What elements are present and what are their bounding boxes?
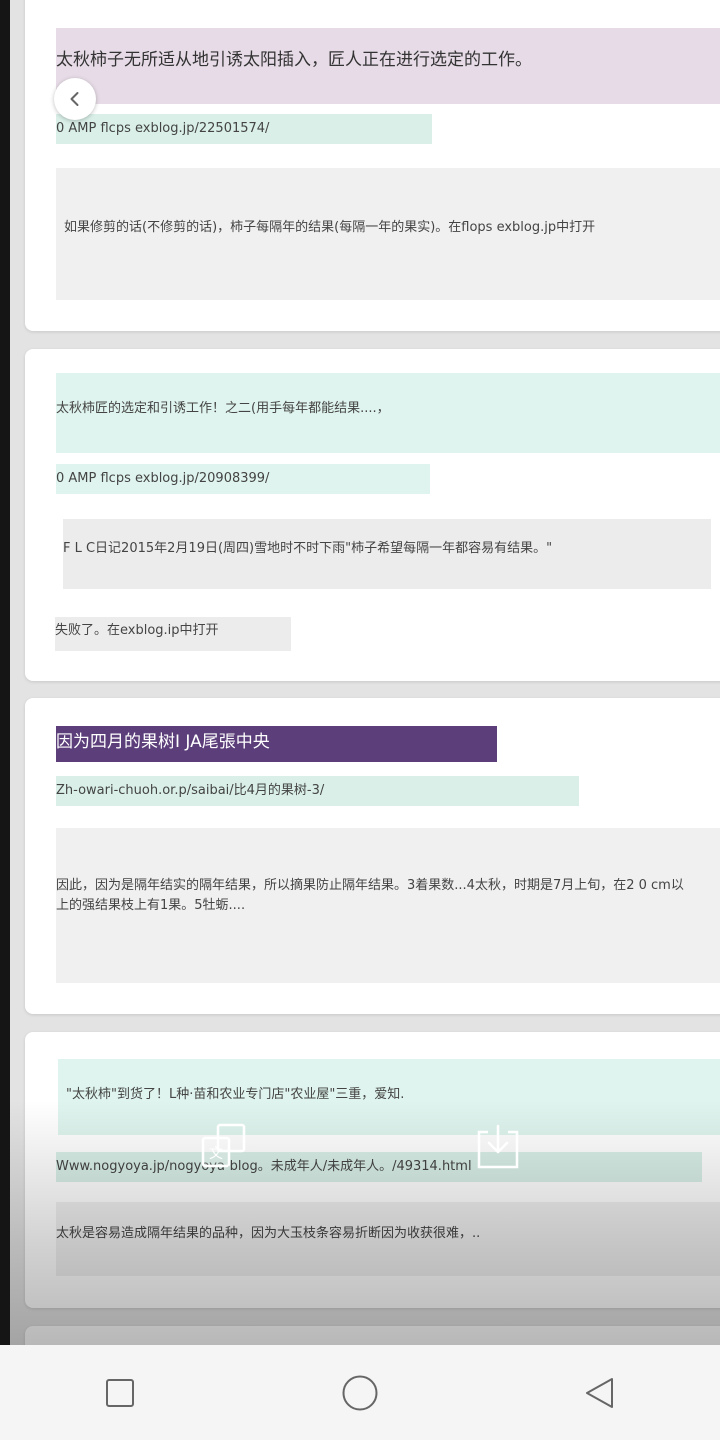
result-card-4[interactable]: "太秋柿"到货了！L种·苗和农业专门店"农业屋"三重，爱知. Www.nogyo…	[25, 1032, 720, 1308]
result-snippet-4: 太秋是容易造成隔年结果的品种，因为大玉枝条容易折断因为收获很难，..	[56, 1202, 720, 1276]
result-snippet-3-line2: 上的强结果枝上有1果。5牡蛎....	[56, 898, 246, 913]
nav-recent-button[interactable]	[90, 1363, 150, 1423]
result-card-2[interactable]: 太秋柿匠的选定和引诱工作！之二(用手每年都能结果....， 0 AMP flcp…	[25, 349, 720, 681]
result-title-3[interactable]: 因为四月的果树I JA尾張中央	[56, 726, 497, 762]
result-card-1[interactable]: 太秋柿子无所适从地引诱太阳插入，匠人正在进行选定的工作。 0 AMP flcps…	[25, 0, 720, 331]
result-title-2[interactable]: 太秋柿匠的选定和引诱工作！之二(用手每年都能结果....，	[56, 373, 720, 453]
svg-text:文: 文	[209, 1146, 223, 1162]
square-icon	[106, 1378, 134, 1407]
back-button[interactable]	[54, 78, 96, 120]
result-card-5[interactable]	[25, 1326, 720, 1345]
result-snippet-1: 如果修剪的话(不修剪的话)，柿子每隔年的结果(每隔一年的果实)。在flops e…	[56, 168, 720, 300]
result-url-2[interactable]: 0 AMP flcps exblog.jp/20908399/	[56, 464, 430, 494]
result-snippet-2: F L C日记2015年2月19日(周四)雪地时不时下雨"柿子希望每隔一年都容易…	[63, 519, 711, 589]
result-url-1[interactable]: 0 AMP flcps exblog.jp/22501574/	[56, 114, 432, 144]
result-title-4[interactable]: "太秋柿"到货了！L种·苗和农业专门店"农业屋"三重，爱知.	[58, 1059, 720, 1135]
result-snippet-3: 因此，因为是隔年结实的隔年结果，所以摘果防止隔年结果。3着果数...4太秋，时期…	[56, 828, 720, 983]
nav-back-button[interactable]	[570, 1363, 630, 1423]
result-open-link-2[interactable]: 失败了。在exblog.ip中打开	[55, 617, 291, 651]
result-card-3[interactable]: 因为四月的果树I JA尾張中央 Zh-owari-chuoh.or.p/saib…	[25, 698, 720, 1014]
nav-home-button[interactable]	[330, 1363, 390, 1423]
result-snippet-3-line1: 因此，因为是隔年结实的隔年结果，所以摘果防止隔年结果。3着果数...4太秋，时期…	[56, 878, 684, 893]
translate-icon: 文	[201, 1123, 246, 1168]
system-nav-bar	[0, 1345, 720, 1440]
download-button[interactable]	[474, 1122, 522, 1170]
translate-button[interactable]: 文	[200, 1122, 248, 1170]
download-icon	[477, 1124, 519, 1169]
circle-icon	[342, 1375, 378, 1410]
result-list[interactable]: 太秋柿子无所适从地引诱太阳插入，匠人正在进行选定的工作。 0 AMP flcps…	[10, 0, 720, 1345]
left-edge	[0, 0, 10, 1345]
triangle-back-icon	[586, 1377, 613, 1408]
result-url-4[interactable]: Www.nogyoya.jp/nogyoya-blog。未成年人/未成年人。/4…	[56, 1152, 702, 1182]
result-url-3[interactable]: Zh-owari-chuoh.or.p/saibai/比4月的果树-3/	[56, 776, 579, 806]
chevron-left-icon	[70, 92, 79, 106]
result-title-1[interactable]: 太秋柿子无所适从地引诱太阳插入，匠人正在进行选定的工作。	[56, 28, 720, 104]
